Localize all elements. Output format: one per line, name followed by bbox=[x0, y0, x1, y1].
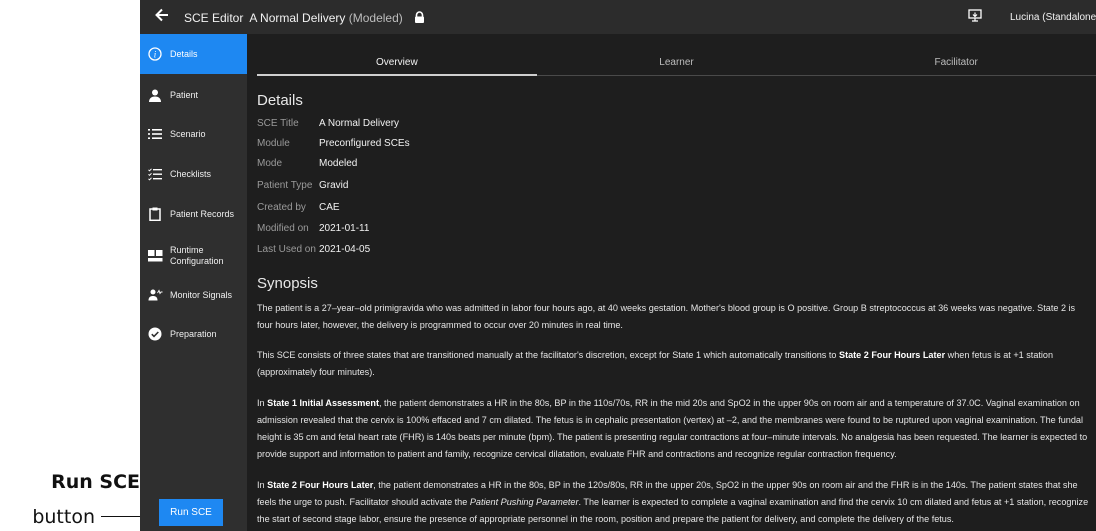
detail-row-mode: Mode Modeled bbox=[257, 158, 357, 169]
monitor-signals-icon bbox=[140, 289, 170, 301]
checklist-icon bbox=[140, 167, 170, 181]
synopsis-paragraph-2: This SCE consists of three states that a… bbox=[257, 350, 1054, 377]
synopsis-paragraph-4: In State 2 Four Hours Later, the patient… bbox=[257, 480, 1089, 524]
top-bar: SCE Editor A Normal Delivery (Modeled) L… bbox=[140, 0, 1096, 34]
tab-learner[interactable]: Learner bbox=[536, 48, 817, 76]
detail-key: Mode bbox=[257, 158, 283, 169]
tab-overview[interactable]: Overview bbox=[257, 48, 537, 76]
info-icon: i bbox=[140, 47, 170, 61]
detail-value: CAE bbox=[319, 202, 340, 213]
detail-value: 2021-01-11 bbox=[319, 223, 370, 234]
detail-row-patient-type: Patient Type Gravid bbox=[257, 180, 348, 191]
sidebar-item-label: Scenario bbox=[170, 128, 206, 139]
person-icon bbox=[140, 89, 170, 102]
detail-value: Preconfigured SCEs bbox=[319, 138, 410, 149]
sidebar: i Details Patient Scenario Checklists Pa… bbox=[140, 34, 247, 531]
sidebar-item-patient-records[interactable]: Patient Records bbox=[140, 196, 247, 232]
mode-suffix: (Modeled) bbox=[348, 10, 403, 25]
sidebar-item-label: Runtime Configuration bbox=[170, 245, 224, 266]
synopsis-paragraph-3: In State 1 Initial Assessment, the patie… bbox=[257, 398, 1088, 459]
detail-row-module: Module Preconfigured SCEs bbox=[257, 138, 410, 149]
check-circle-icon bbox=[140, 327, 170, 341]
sidebar-item-scenario[interactable]: Scenario bbox=[140, 116, 247, 152]
runtime-icon bbox=[140, 250, 170, 262]
detail-key: Created by bbox=[257, 202, 306, 213]
detail-key: Module bbox=[257, 138, 290, 149]
detail-row-created-by: Created by CAE bbox=[257, 202, 340, 213]
detail-row-modified-on: Modified on 2021-01-11 bbox=[257, 223, 369, 234]
tab-bar: Overview Learner Facilitator bbox=[257, 48, 1096, 76]
sidebar-item-patient[interactable]: Patient bbox=[140, 77, 247, 113]
synopsis-heading: Synopsis bbox=[257, 275, 318, 292]
detail-value: Gravid bbox=[319, 180, 349, 191]
screenshot-canvas: Run SCE button SCE Editor A Normal Deliv… bbox=[0, 0, 1096, 531]
patient-pushing-parameter: Patient Pushing Parameter bbox=[469, 497, 579, 507]
detail-value: 2021-04-05 bbox=[319, 244, 371, 255]
state-2-name: State 2 Four Hours Later bbox=[267, 480, 374, 490]
run-sce-button[interactable]: Run SCE bbox=[159, 499, 223, 526]
sidebar-item-monitor-signals[interactable]: Monitor Signals bbox=[140, 277, 247, 313]
sidebar-item-label: Patient bbox=[170, 89, 199, 100]
details-heading: Details bbox=[257, 92, 303, 109]
state-2-link-text: State 2 Four Hours Later bbox=[839, 350, 946, 360]
sidebar-item-checklists[interactable]: Checklists bbox=[140, 156, 247, 192]
sidebar-item-runtime-configuration[interactable]: Runtime Configuration bbox=[140, 236, 247, 276]
state-1-name: State 1 Initial Assessment bbox=[267, 398, 379, 408]
sidebar-item-label: Details bbox=[170, 48, 198, 59]
window-title: SCE Editor A Normal Delivery (Modeled) bbox=[184, 10, 425, 25]
list-icon bbox=[140, 128, 170, 140]
synopsis-paragraph-1: The patient is a 27–year–old primigravid… bbox=[257, 303, 1076, 330]
tab-facilitator[interactable]: Facilitator bbox=[816, 48, 1096, 76]
svg-text:i: i bbox=[154, 49, 157, 59]
sidebar-item-label: Monitor Signals bbox=[170, 289, 233, 300]
user-name[interactable]: Lucina (Standalone bbox=[1010, 12, 1096, 23]
sce-editor-window: SCE Editor A Normal Delivery (Modeled) L… bbox=[140, 0, 1096, 531]
run-sce-callout: Run SCE button bbox=[0, 470, 140, 528]
detail-value: Modeled bbox=[319, 158, 358, 169]
sidebar-item-preparation[interactable]: Preparation bbox=[140, 316, 247, 352]
display-icon[interactable] bbox=[968, 9, 988, 25]
detail-key: Last Used on bbox=[257, 244, 316, 255]
sidebar-item-label: Patient Records bbox=[170, 208, 235, 219]
sidebar-item-label: Checklists bbox=[170, 168, 212, 179]
detail-row-last-used-on: Last Used on 2021-04-05 bbox=[257, 244, 370, 255]
lock-icon bbox=[414, 10, 425, 26]
sidebar-item-details[interactable]: i Details bbox=[140, 34, 247, 74]
detail-key: SCE Title bbox=[257, 118, 299, 129]
top-bar-right: Lucina (Standalone bbox=[968, 0, 1096, 34]
detail-key: Patient Type bbox=[257, 180, 313, 191]
detail-value: A Normal Delivery bbox=[319, 118, 400, 129]
app-title: SCE Editor bbox=[184, 10, 244, 25]
scenario-name: A Normal Delivery bbox=[249, 10, 346, 25]
sidebar-item-label: Preparation bbox=[170, 328, 217, 339]
detail-key: Modified on bbox=[257, 223, 309, 234]
clipboard-icon bbox=[140, 207, 170, 221]
detail-row-sce-title: SCE Title A Normal Delivery bbox=[257, 118, 399, 129]
callout-subtitle: button bbox=[32, 506, 95, 528]
main-content: Overview Learner Facilitator Details SCE… bbox=[247, 34, 1096, 531]
callout-title: Run SCE bbox=[51, 471, 140, 493]
back-arrow-icon[interactable] bbox=[140, 7, 184, 27]
